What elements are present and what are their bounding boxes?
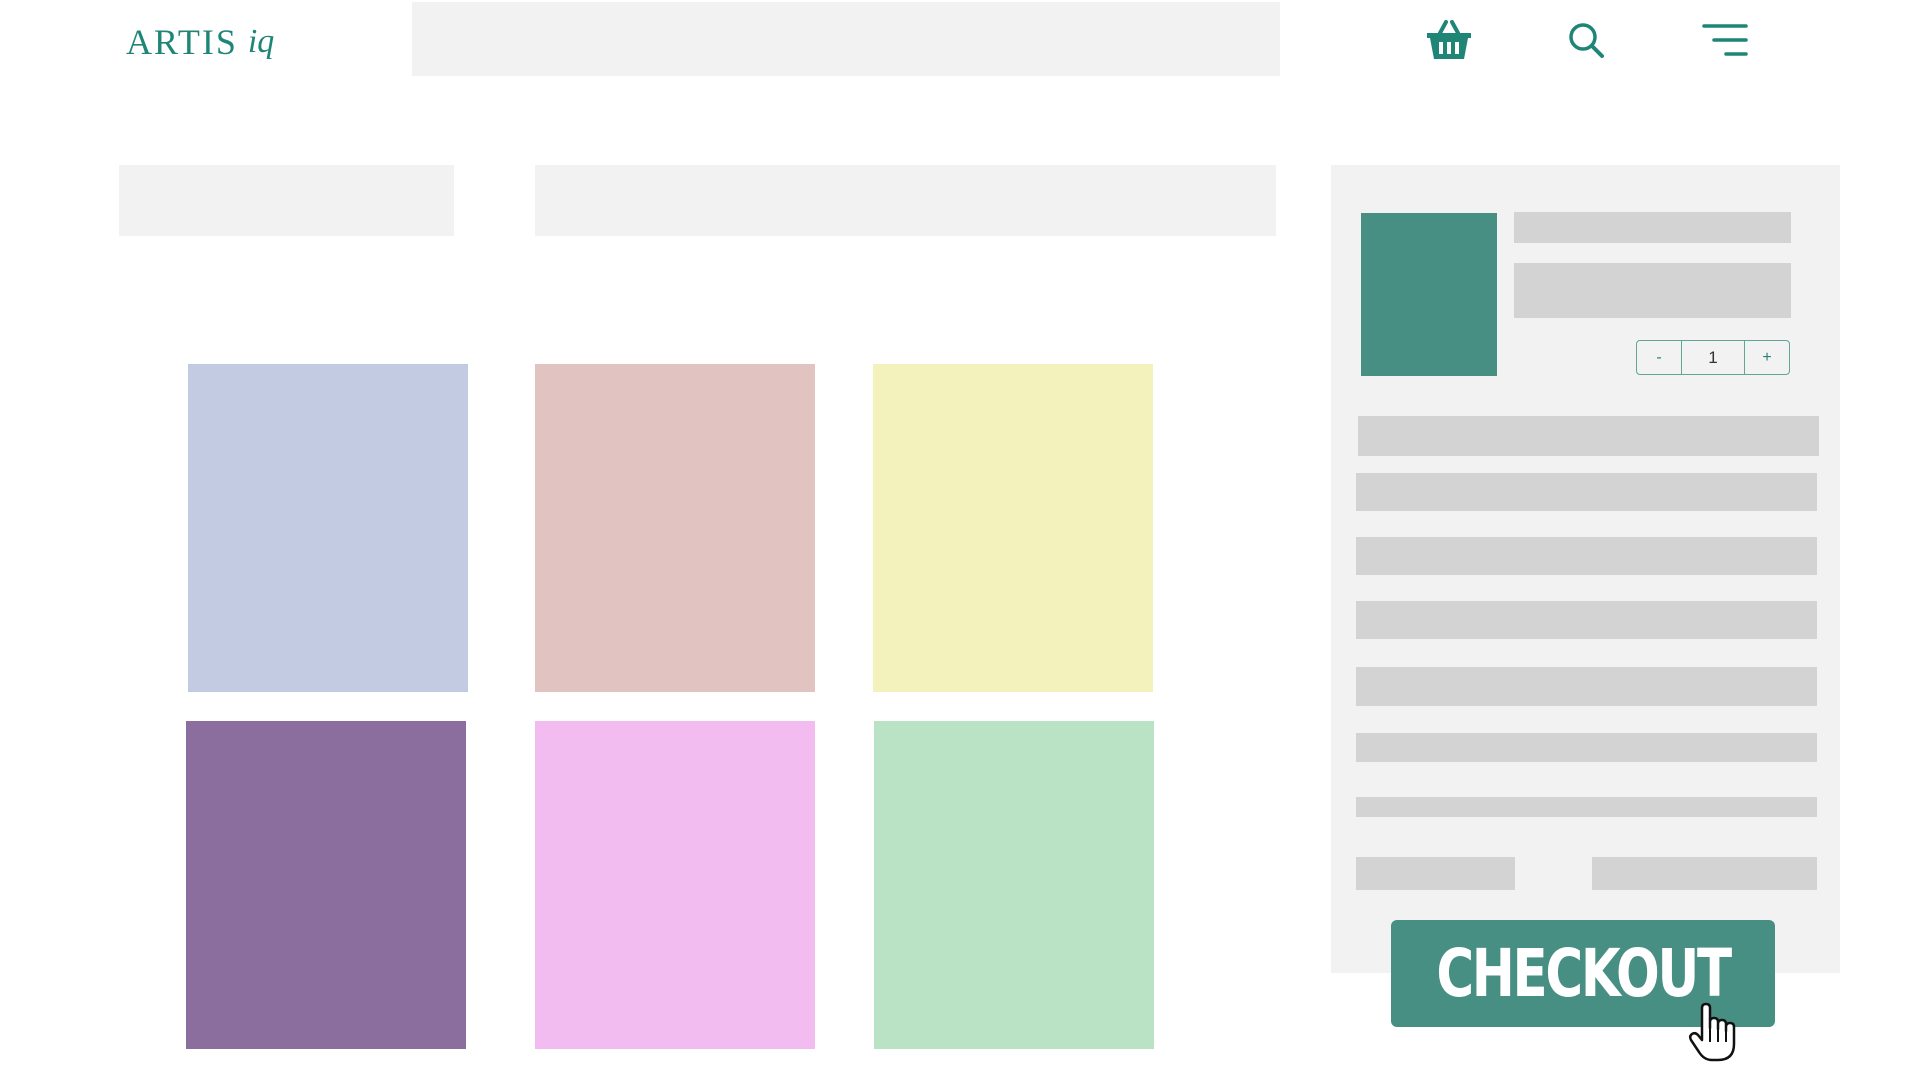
brand-logo[interactable]: ARTIS iq	[126, 12, 296, 72]
basket-icon[interactable]	[1421, 12, 1477, 68]
hand-pointer-icon	[1688, 1002, 1742, 1069]
product-tile[interactable]	[873, 364, 1153, 692]
cart-item-title-placeholder	[1514, 212, 1791, 243]
logo-suffix: iq	[247, 23, 275, 60]
search-icon[interactable]	[1558, 12, 1614, 68]
cart-summary-line	[1356, 537, 1817, 575]
sort-filter-bar[interactable]	[535, 165, 1276, 236]
cart-item-thumbnail	[1361, 213, 1497, 376]
menu-icon[interactable]	[1697, 12, 1753, 68]
cart-total-value-placeholder	[1592, 857, 1817, 890]
logo-wordmark: ARTIS	[126, 22, 238, 62]
product-tile[interactable]	[535, 364, 815, 692]
cart-summary-line	[1356, 733, 1817, 762]
quantity-stepper: - 1 +	[1636, 340, 1790, 375]
cart-summary-line	[1358, 416, 1819, 456]
category-filter[interactable]	[119, 165, 454, 236]
quantity-increment-button[interactable]: +	[1745, 341, 1789, 374]
product-tile[interactable]	[188, 364, 468, 692]
cart-summary-line	[1356, 601, 1817, 639]
product-tile[interactable]	[535, 721, 815, 1049]
quantity-decrement-button[interactable]: -	[1637, 341, 1681, 374]
cart-total-label-placeholder	[1356, 857, 1515, 890]
cart-summary-line	[1356, 797, 1817, 817]
quantity-value[interactable]: 1	[1681, 341, 1745, 374]
product-tile[interactable]	[874, 721, 1154, 1049]
cart-summary-line	[1356, 667, 1817, 706]
checkout-button-label: CHECKOUT	[1436, 935, 1732, 1012]
product-tile[interactable]	[186, 721, 466, 1049]
search-input[interactable]	[412, 2, 1280, 76]
cart-summary-line	[1356, 473, 1817, 511]
cart-item-details-placeholder	[1514, 263, 1791, 318]
